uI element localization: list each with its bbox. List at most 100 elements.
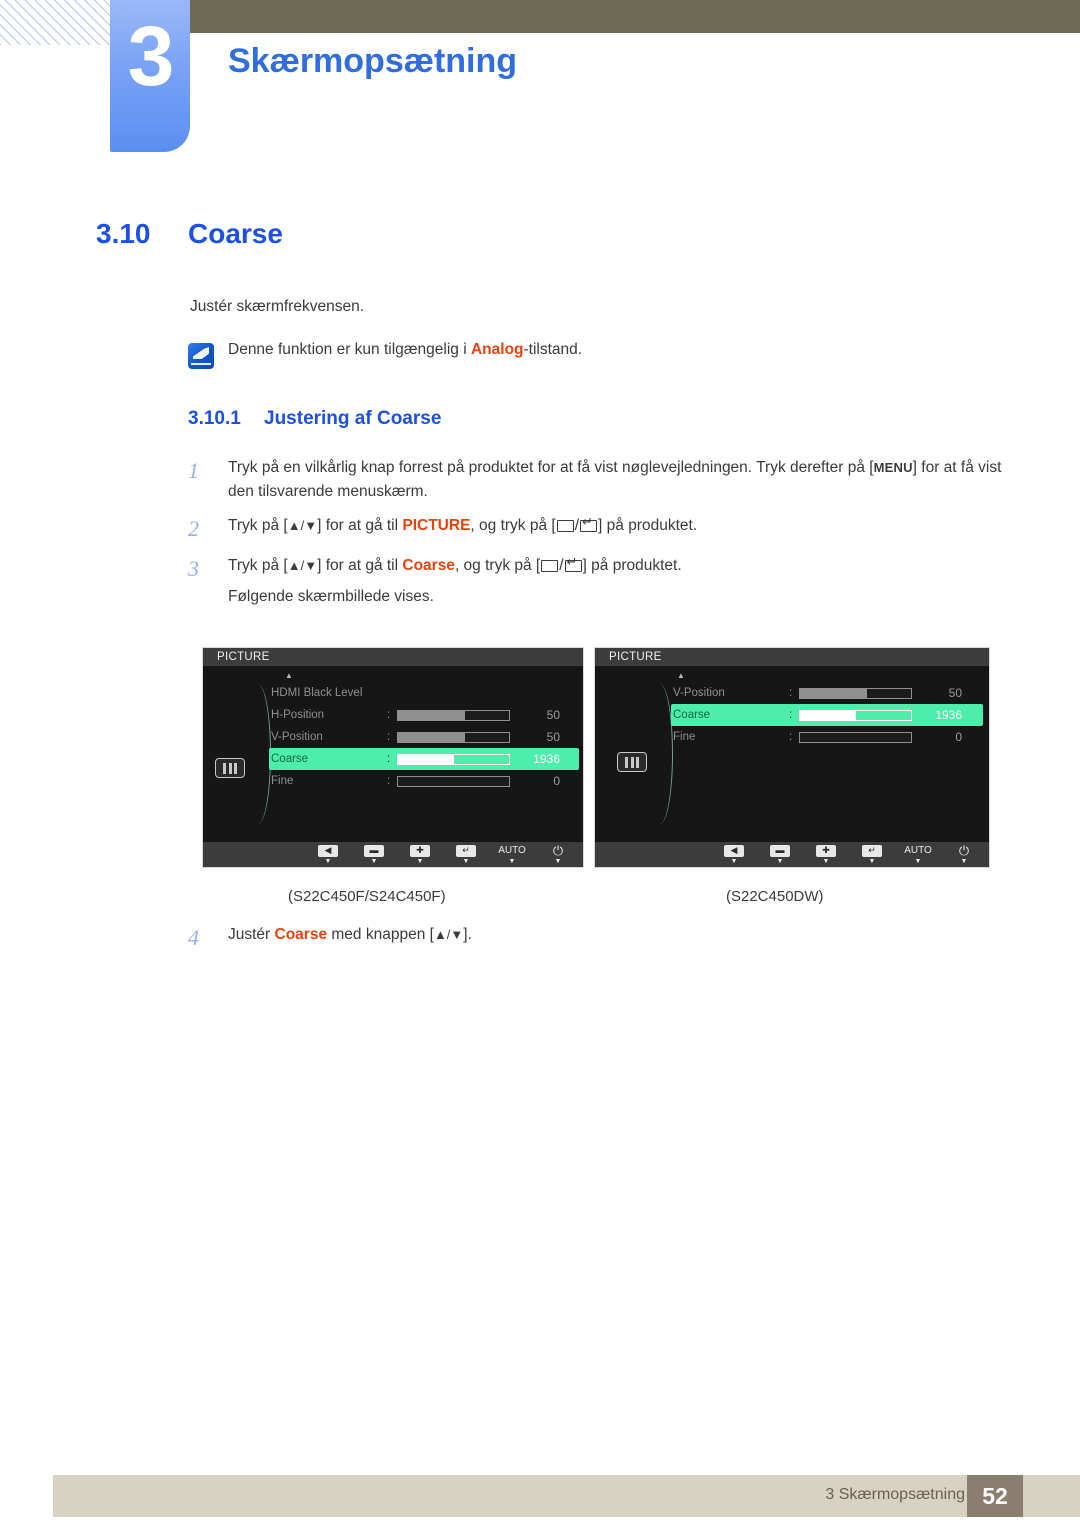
step3-text-d: ] på produktet. xyxy=(582,556,682,574)
osd-stage: ▲ HDMI Black Level H-Position : 50 V-Pos… xyxy=(203,666,583,843)
auto-button[interactable]: AUTO ▼ xyxy=(904,844,932,865)
osd-row-slider[interactable] xyxy=(397,731,510,743)
osd-row[interactable]: H-Position : 50 xyxy=(269,704,579,726)
subsection-heading: 3.10.1 Justering af Coarse xyxy=(188,408,441,430)
power-icon: ⏻ xyxy=(552,843,564,858)
decorative-arc xyxy=(245,684,271,824)
down-indicator-icon: ▼ xyxy=(822,857,830,865)
header-olive-bar xyxy=(190,0,1080,33)
osd-row[interactable]: V-Position : 50 xyxy=(269,726,579,748)
auto-label: AUTO xyxy=(904,844,932,856)
chapter-title: Skærmopsætning xyxy=(228,42,518,80)
decorative-arc xyxy=(647,684,673,824)
plus-button[interactable]: ✚ ▼ xyxy=(407,844,433,865)
osd-row[interactable]: HDMI Black Level xyxy=(269,682,579,704)
enter-button[interactable]: ↵ ▼ xyxy=(859,844,885,865)
osd-row-value: 0 xyxy=(955,730,962,744)
osd-slider-fill xyxy=(398,754,454,764)
step3-text-a: Tryk på [ xyxy=(228,556,288,574)
osd-row-label: H-Position xyxy=(271,709,325,721)
step-text: Justér Coarse med knappen [▲/▼]. xyxy=(228,923,472,947)
minus-button[interactable]: ▬ ▼ xyxy=(361,844,387,865)
enter-icon: ↵ xyxy=(862,844,882,857)
section-intro-text: Justér skærmfrekvensen. xyxy=(190,298,364,315)
left-arrow-button[interactable]: ◀ ▼ xyxy=(315,844,341,865)
down-indicator-icon: ▼ xyxy=(462,857,470,865)
osd-row-selected-coarse[interactable]: Coarse : 1936 xyxy=(269,748,579,770)
osd-slider-fill xyxy=(398,710,465,720)
osd-row-slider[interactable] xyxy=(799,709,912,721)
osd-row-label: Coarse xyxy=(271,753,309,765)
down-indicator-icon: ▼ xyxy=(730,857,738,865)
step-list: 1 Tryk på en vilkårlig knap forrest på p… xyxy=(188,456,1018,620)
power-icon: ⏻ xyxy=(958,843,970,858)
osd-row-colon: : xyxy=(789,709,793,721)
osd-row-slider[interactable] xyxy=(397,775,510,787)
osd-row-colon: : xyxy=(789,731,793,743)
osd-button-bar: ◀ ▼ ▬ ▼ ✚ ▼ ↵ ▼ AUTO ▼ ⏻ ▼ xyxy=(203,842,583,867)
minus-icon: ▬ xyxy=(364,844,384,857)
osd-row-value: 0 xyxy=(553,774,560,788)
picture-bars-icon xyxy=(617,752,647,772)
step2-highlight: PICTURE xyxy=(402,517,471,535)
osd-row-slider[interactable] xyxy=(397,753,510,765)
osd-row-label: HDMI Black Level xyxy=(271,687,363,699)
minus-button[interactable]: ▬ ▼ xyxy=(767,844,793,865)
step3-text-c: , og tryk på [ xyxy=(454,556,541,574)
left-arrow-icon: ◀ xyxy=(318,844,338,857)
osd-row-slider[interactable] xyxy=(799,731,912,743)
note-text-before: Denne funktion er kun tilgængelig i xyxy=(228,341,471,358)
manual-page: 3 Skærmopsætning 3.10 Coarse Justér skærm… xyxy=(0,0,1080,1527)
osd-menu-rows: HDMI Black Level H-Position : 50 V-Posit… xyxy=(269,682,579,792)
page-footer: 3 Skærmopsætning 52 xyxy=(53,1475,1080,1517)
updown-arrows-glyph: ▲/▼ xyxy=(287,518,318,534)
osd-row-colon: : xyxy=(387,731,391,743)
step4-text-a: Justér xyxy=(228,926,275,943)
step-item: 1 Tryk på en vilkårlig knap forrest på p… xyxy=(188,456,1018,503)
osd-row-value: 50 xyxy=(546,708,560,722)
osd-row-slider[interactable] xyxy=(799,687,912,699)
osd-row-slider[interactable] xyxy=(397,709,510,721)
section-number: 3.10 xyxy=(96,218,151,249)
power-button[interactable]: ⏻ ▼ xyxy=(951,843,977,865)
step2-text-a: Tryk på [ xyxy=(228,517,288,535)
down-indicator-icon: ▼ xyxy=(960,857,968,865)
note-block: Denne funktion er kun tilgængelig i Anal… xyxy=(188,341,582,369)
osd-slider-fill xyxy=(800,688,867,698)
osd-left-caption: (S22C450F/S24C450F) xyxy=(288,888,446,905)
left-arrow-button[interactable]: ◀ ▼ xyxy=(721,844,747,865)
osd-row-value: 1936 xyxy=(533,752,560,766)
updown-arrows-glyph: ▲/▼ xyxy=(433,927,464,942)
osd-row-value: 50 xyxy=(546,730,560,744)
osd-slider-fill xyxy=(800,710,856,720)
section-heading: 3.10 Coarse xyxy=(96,218,283,250)
power-button[interactable]: ⏻ ▼ xyxy=(545,843,571,865)
chapter-number: 3 xyxy=(127,9,175,103)
step-number: 1 xyxy=(188,458,199,483)
scroll-up-arrow-icon: ▲ xyxy=(285,671,293,680)
osd-row-colon: : xyxy=(387,775,391,787)
step3-sub-line: Følgende skærmbillede vises. xyxy=(228,588,434,606)
down-indicator-icon: ▼ xyxy=(554,857,562,865)
osd-screenshot-s22c450dw: PICTURE ▲ V-Position : 50 Coarse : 1936 … xyxy=(594,647,990,868)
down-indicator-icon: ▼ xyxy=(776,857,784,865)
down-indicator-icon: ▼ xyxy=(914,857,922,865)
step2-text-b: ] for at gå til xyxy=(317,517,403,535)
osd-row-label: Coarse xyxy=(673,709,711,721)
enter-button[interactable]: ↵ ▼ xyxy=(453,844,479,865)
step2-text-c: , og tryk på [ xyxy=(470,517,556,535)
step4-highlight: Coarse xyxy=(274,926,328,943)
osd-row[interactable]: Fine : 0 xyxy=(671,726,983,748)
osd-row[interactable]: Fine : 0 xyxy=(269,770,579,792)
osd-row-selected-coarse[interactable]: Coarse : 1936 xyxy=(671,704,983,726)
osd-row-colon: : xyxy=(789,687,793,699)
enter-button-icon xyxy=(580,515,598,532)
down-indicator-icon: ▼ xyxy=(324,857,332,865)
osd-screenshot-s22c450f: PICTURE ▲ HDMI Black Level H-Position : … xyxy=(202,647,584,868)
updown-arrows-glyph: ▲/▼ xyxy=(287,557,318,573)
footer-page-number: 52 xyxy=(967,1475,1023,1517)
osd-row[interactable]: V-Position : 50 xyxy=(671,682,983,704)
osd-menu-rows: V-Position : 50 Coarse : 1936 Fine : 0 xyxy=(671,682,983,748)
plus-button[interactable]: ✚ ▼ xyxy=(813,844,839,865)
auto-button[interactable]: AUTO ▼ xyxy=(498,845,526,865)
